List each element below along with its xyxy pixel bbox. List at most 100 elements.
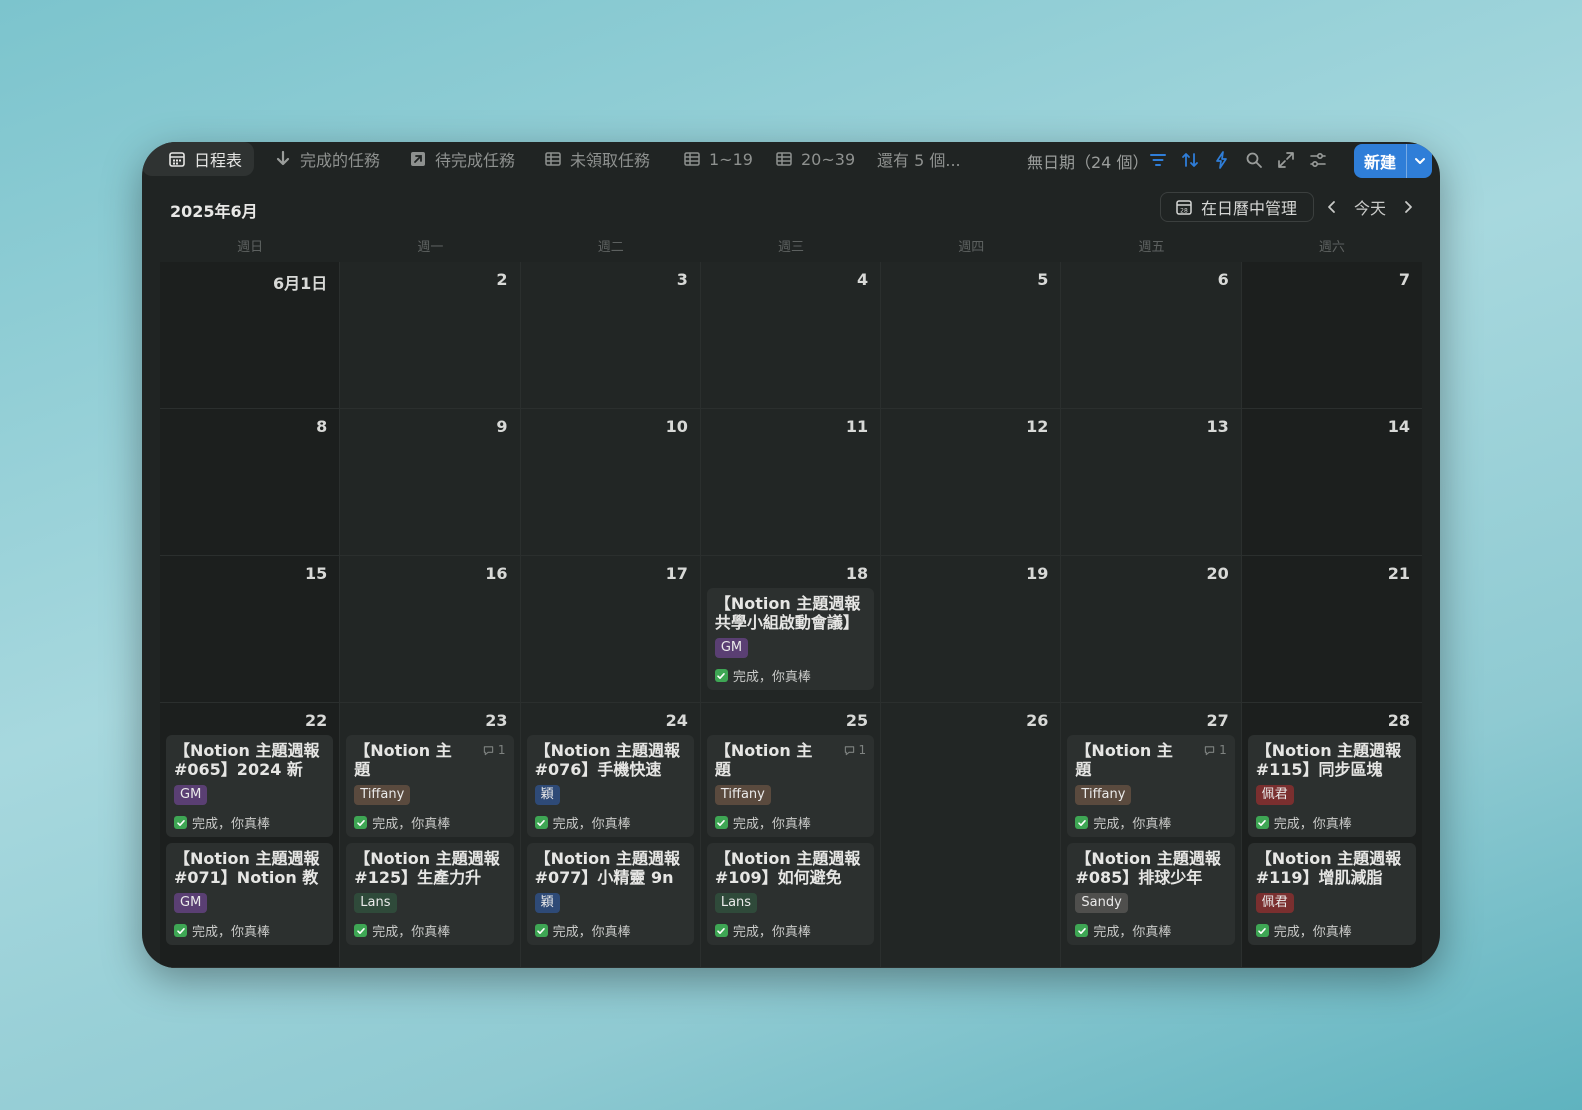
tab-1-19[interactable]: 1~19 [683,142,753,176]
chevron-down-icon [1414,158,1425,164]
day-cell[interactable]: 24【Notion 主題週報 #076】手機快速收...穎完成，你真棒【Noti… [520,703,701,968]
day-cell[interactable]: 9 [340,409,521,556]
table-icon [544,150,562,168]
check-icon [1255,816,1269,829]
day-cell[interactable]: 5 [881,262,1062,409]
tab-20-39[interactable]: 20~39 [775,142,855,176]
day-cell[interactable]: 26 [881,703,1062,968]
day-cell[interactable]: 8 [160,409,341,556]
settings-sliders-icon[interactable] [1308,150,1328,170]
day-cell[interactable]: 11 [700,409,882,556]
day-cell[interactable]: 7 [1241,262,1422,409]
day-cell[interactable]: 25【Notion 主題 週報 #002】...1Tiffany完成，你真棒【N… [700,703,882,968]
day-cell[interactable]: 12 [881,409,1062,556]
tab-label: 20~39 [801,149,856,169]
event-card[interactable]: 【Notion 主題週報 #125】生產力升級... Lans 完成，你真棒 [346,843,514,945]
event-card[interactable]: 【Notion 主題 週報 #002】...1Tiffany完成，你真棒 [706,735,875,837]
comment-count[interactable]: 1 [483,743,506,757]
event-card[interactable]: 【Notion 主題週報 #076】手機快速收... 穎完成，你真棒 [526,735,694,837]
event-card[interactable]: 【Notion 主題 週報 #001】...1Tiffany完成，你真棒 [346,735,514,837]
day-cell[interactable]: 3 [520,262,701,409]
event-card[interactable]: 【Notion 主題週報 #109】如何避免被... Lans 完成，你真棒 [706,843,875,945]
event-card[interactable]: 【Notion 主題週報 #077】小精靈 9n ... 穎完成，你真棒 [526,843,694,945]
status-text: 完成，你真棒 [1273,817,1352,832]
event-card[interactable]: 【Notion 主題 週報 #003】...1Tiffany完成，你真棒 [1067,735,1235,837]
search-icon[interactable] [1244,150,1264,170]
svg-text:28: 28 [1180,208,1188,215]
check-icon [354,924,368,937]
comment-count[interactable]: 1 [844,743,866,757]
tab-label: 待完成任務 [435,151,516,170]
day-number: 6 [1217,270,1229,289]
day-cell[interactable]: 21 [1241,556,1422,703]
status-row: 完成，你真棒 [354,921,505,940]
event-title: 【Notion 主題週報 #071】Notion 教學... [174,849,320,887]
day-cell[interactable]: 20 [1061,556,1242,703]
day-number: 3 [676,270,688,289]
day-cell[interactable]: 22【Notion 主題週報 #065】2024 新年...GM完成，你真棒【N… [160,703,341,968]
day-cell[interactable]: 18 【Notion 主題週報 共學小組啟動會議】 GM 完成，你真棒 [700,556,882,703]
day-cell[interactable]: 2 [340,262,521,409]
day-cell[interactable]: 15 [160,556,341,703]
day-number: 13 [1206,417,1229,436]
chevron-left-icon [1328,201,1335,213]
filter-icon[interactable] [1148,150,1168,170]
event-card[interactable]: 【Notion 主題週報 #119】增肌減脂打... 佩君完成，你真棒 [1247,843,1416,945]
tab-pending-tasks[interactable]: 待完成任務 [409,142,515,176]
day-cell[interactable]: 6 [1061,262,1242,409]
more-views-link[interactable]: 還有 5 個... [877,142,961,176]
status-row: 完成，你真棒 [534,813,686,832]
prev-month-button[interactable] [1322,194,1342,220]
tab-calendar[interactable]: 日程表 [142,142,255,176]
event-card[interactable]: 【Notion 主題週報 #065】2024 新年... GM 完成，你真棒 [166,735,334,837]
day-cell[interactable]: 13 [1061,409,1242,556]
weekday-label: 週四 [958,240,985,255]
table-icon [683,150,701,168]
check-icon [714,924,728,937]
day-number: 19 [1026,564,1049,583]
arrow-down-icon [274,150,292,168]
no-date-items[interactable]: 無日期（24 個） [1027,142,1148,180]
day-cell[interactable]: 10 [520,409,701,556]
check-icon [1075,924,1089,937]
status-text: 完成，你真棒 [732,670,811,685]
weekday-header: 週日 週一 週二 週三 週四 週五 週六 [160,236,1422,260]
assignee-tag: Tiffany [714,785,771,805]
day-cell[interactable]: 4 [700,262,882,409]
check-icon [534,924,548,937]
status-row: 完成，你真棒 [714,666,866,685]
manage-in-calendar-button[interactable]: 28 在日曆中管理 [1160,192,1314,222]
event-card[interactable]: 【Notion 主題週報 #115】同步區塊讓... 佩君完成，你真棒 [1247,735,1416,837]
sort-icon[interactable] [1180,150,1200,170]
check-icon [354,816,368,829]
day-number: 21 [1387,564,1410,583]
lightning-icon[interactable] [1212,150,1232,170]
day-number: 14 [1387,417,1410,436]
tag-row: 穎 [534,779,686,805]
day-cell[interactable]: 14 [1241,409,1422,556]
event-title: 【Notion 主題週報 #115】同步區塊讓... [1255,741,1402,779]
event-card[interactable]: 【Notion 主題週報 #071】Notion 教學... GM 完成，你真棒 [166,843,334,945]
weekday-label: 週日 [237,240,264,255]
new-dropdown-button[interactable] [1406,144,1432,178]
tab-unclaimed-tasks[interactable]: 未領取任務 [544,142,650,176]
expand-icon[interactable] [1276,150,1296,170]
next-month-button[interactable] [1398,194,1418,220]
event-card[interactable]: 【Notion 主題週報 #085】排球少年之... Sandy 完成，你真棒 [1067,843,1235,945]
event-card[interactable]: 【Notion 主題週報 共學小組啟動會議】 GM 完成，你真棒 [706,588,875,690]
day-cell[interactable]: 6月1日 [160,262,341,409]
day-cell[interactable]: 17 [520,556,701,703]
tag-row: 佩君 [1255,887,1408,913]
calendar-icon [168,150,186,168]
status-row: 完成，你真棒 [1255,921,1408,940]
day-cell[interactable]: 27【Notion 主題 週報 #003】...1Tiffany完成，你真棒【N… [1061,703,1242,968]
day-number: 20 [1206,564,1229,583]
today-button[interactable]: 今天 [1348,194,1392,220]
day-cell[interactable]: 19 [881,556,1062,703]
day-cell[interactable]: 16 [340,556,521,703]
day-cell[interactable]: 23【Notion 主題 週報 #001】...1Tiffany完成，你真棒【N… [340,703,521,968]
comment-count[interactable]: 1 [1204,743,1227,757]
tab-completed-tasks[interactable]: 完成的任務 [274,142,380,176]
new-button[interactable]: 新建 [1354,144,1406,178]
day-cell[interactable]: 28【Notion 主題週報 #115】同步區塊讓...佩君完成，你真棒【Not… [1241,703,1422,968]
